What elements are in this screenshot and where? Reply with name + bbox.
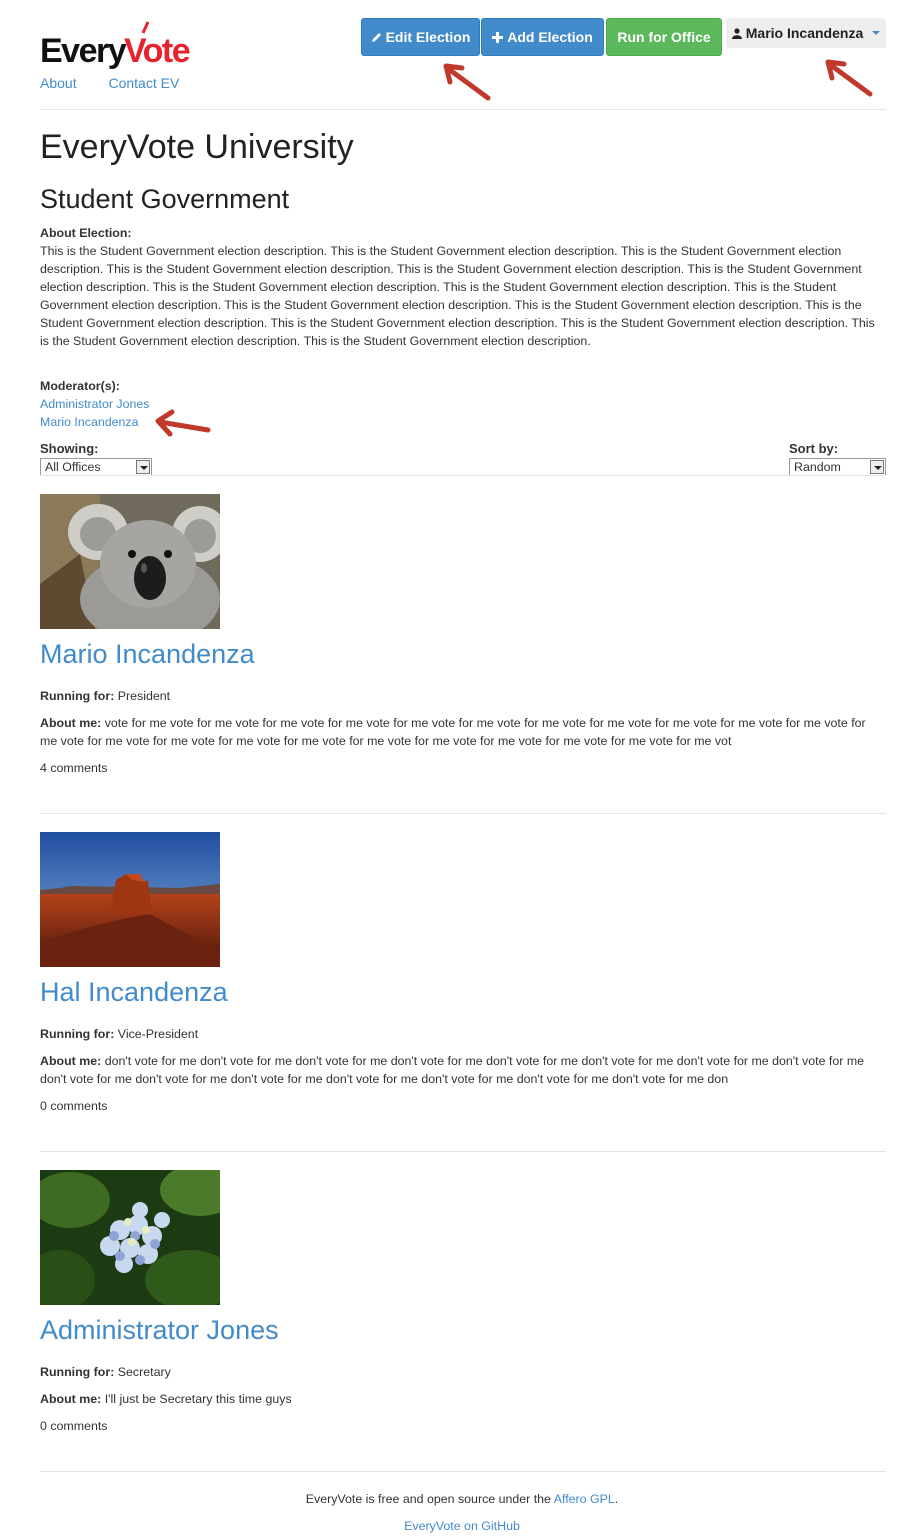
candidate-name-link[interactable]: Administrator Jones (40, 1313, 279, 1347)
candidate-name-link[interactable]: Mario Incandenza (40, 637, 255, 671)
edit-election-label: Edit Election (385, 29, 471, 45)
user-name: Mario Incandenza (745, 25, 864, 41)
about-me-text: I'll just be Secretary this time guys (104, 1392, 292, 1406)
sort-label: Sort by: (789, 441, 839, 456)
run-for-office-label: Run for Office (617, 29, 711, 45)
candidate-about: About me: vote for me vote for me vote f… (40, 714, 880, 750)
election-title: Student Government (40, 184, 290, 214)
sort-filter: Sort by: Random (789, 440, 886, 476)
moderators-label: Moderator(s): (40, 379, 120, 393)
plus-icon (492, 31, 504, 43)
candidate-divider (40, 1151, 886, 1152)
annotation-arrow-moderator (155, 409, 211, 437)
about-me-label: About me: (40, 1054, 102, 1068)
running-for-label: Running for: (40, 1365, 115, 1379)
logo-word-vote: Vote (124, 32, 190, 70)
moderator-link[interactable]: Mario Incandenza (40, 415, 139, 429)
footer-github: EveryVote on GitHub (0, 1517, 924, 1535)
header-divider (40, 109, 886, 110)
showing-label: Showing: (40, 441, 99, 456)
annotation-arrow-edit (443, 63, 491, 101)
candidate-photo-desert[interactable] (40, 832, 220, 967)
everyvote-logo-mark: Every Vote (40, 21, 191, 70)
filter-divider (40, 475, 886, 476)
candidate-office: Running for: Vice-President (40, 1025, 880, 1043)
office-filter-value: All Offices (45, 460, 101, 474)
run-for-office-button[interactable]: Run for Office (606, 18, 722, 56)
office-name: President (117, 689, 171, 703)
comments-link[interactable]: 0 comments (40, 1417, 880, 1435)
candidate-photo-hydrangea[interactable] (40, 1170, 220, 1305)
office-name: Vice-President (117, 1027, 199, 1041)
candidate-about: About me: I'll just be Secretary this ti… (40, 1390, 880, 1408)
pencil-icon (371, 32, 381, 42)
page-title: EveryVote University (40, 128, 354, 166)
about-me-label: About me: (40, 1392, 102, 1406)
candidate-office: Running for: Secretary (40, 1363, 880, 1381)
moderator-link[interactable]: Administrator Jones (40, 397, 150, 411)
election-description: About Election: This is the Student Gove… (40, 224, 886, 350)
running-for-label: Running for: (40, 1027, 115, 1041)
edit-election-button[interactable]: Edit Election (361, 18, 480, 56)
running-for-label: Running for: (40, 689, 115, 703)
moderators-section: Moderator(s): Administrator Jones Mario … (40, 377, 150, 431)
github-link[interactable]: EveryVote on GitHub (404, 1519, 520, 1533)
about-me-text: vote for me vote for me vote for me vote… (40, 716, 866, 748)
everyvote-logo[interactable]: Every Vote (40, 16, 225, 74)
about-me-label: About me: (40, 716, 102, 730)
showing-filter: Showing: All Offices (40, 440, 152, 476)
office-filter-select[interactable]: All Offices (40, 458, 152, 476)
candidate-office: Running for: President (40, 687, 880, 705)
sort-select[interactable]: Random (789, 458, 886, 476)
annotation-arrow-user (825, 59, 873, 97)
candidate-photo-koala[interactable] (40, 494, 220, 629)
about-election-text: This is the Student Government election … (40, 244, 875, 348)
comments-link[interactable]: 0 comments (40, 1097, 880, 1115)
user-menu-button[interactable]: Mario Incandenza (726, 18, 886, 48)
caret-down-icon[interactable] (136, 460, 150, 474)
comments-link[interactable]: 4 comments (40, 759, 880, 777)
office-name: Secretary (117, 1365, 171, 1379)
add-election-button[interactable]: Add Election (481, 18, 604, 56)
footer-divider (40, 1471, 886, 1472)
nav-about-link[interactable]: About (40, 75, 77, 91)
about-me-text: don't vote for me don't vote for me don'… (40, 1054, 865, 1086)
about-election-label: About Election: (40, 226, 132, 240)
footer-period: . (614, 1492, 619, 1506)
caret-down-icon (872, 31, 881, 35)
user-icon (731, 27, 742, 39)
sort-value: Random (794, 460, 841, 474)
candidate-name-link[interactable]: Hal Incandenza (40, 975, 228, 1009)
top-nav: About Contact EV (40, 74, 207, 92)
candidate-about: About me: don't vote for me don't vote f… (40, 1052, 880, 1088)
candidate-divider (40, 813, 886, 814)
nav-contact-link[interactable]: Contact EV (108, 75, 179, 91)
add-election-label: Add Election (507, 29, 593, 45)
caret-down-icon[interactable] (870, 460, 884, 474)
footer-text: EveryVote is free and open source under … (305, 1492, 551, 1506)
logo-word-every: Every (40, 32, 127, 70)
footer-license: EveryVote is free and open source under … (0, 1490, 924, 1508)
affero-gpl-link[interactable]: Affero GPL (554, 1492, 615, 1506)
